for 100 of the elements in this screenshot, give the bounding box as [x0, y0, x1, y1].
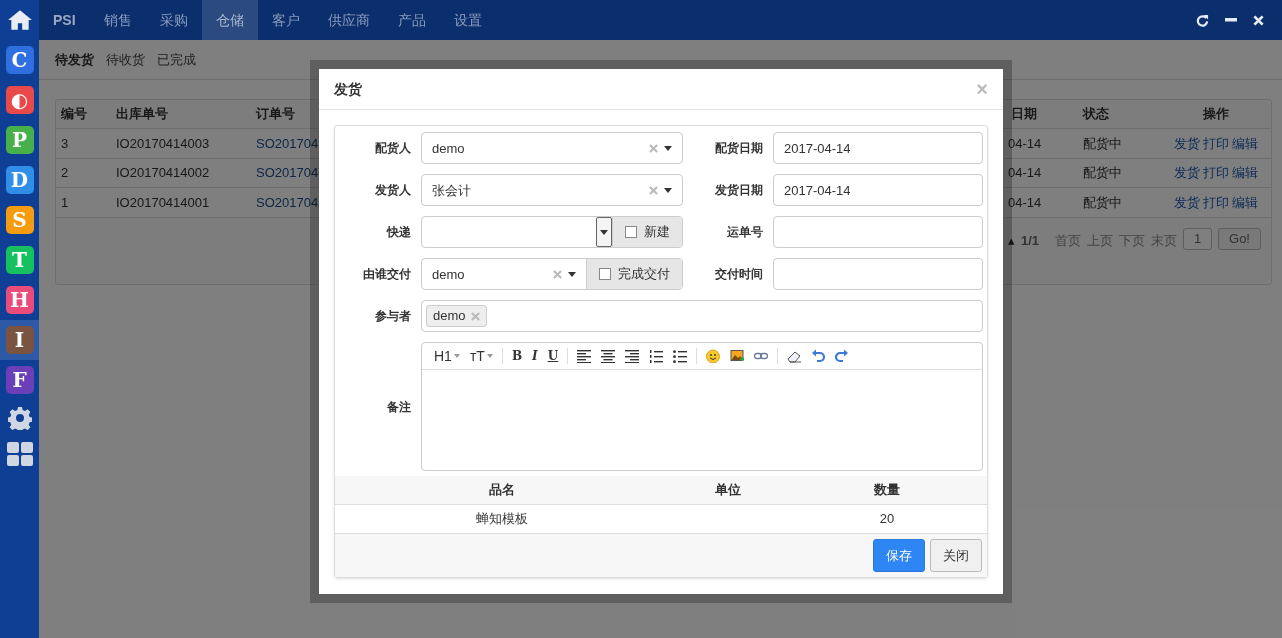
- undo-icon[interactable]: [811, 349, 826, 363]
- field-label: 运单号: [727, 225, 763, 239]
- toolbar-button[interactable]: H1: [430, 346, 464, 366]
- table-cell: 1: [61, 194, 69, 210]
- toolbar-button[interactable]: ᴛT: [465, 346, 497, 366]
- nav-tab[interactable]: 采购: [145, 0, 202, 40]
- dialog-title: 发货: [334, 79, 362, 99]
- app-icon[interactable]: P: [5, 126, 34, 154]
- app-icon[interactable]: ◐: [5, 86, 34, 114]
- field-label: 快递: [387, 225, 411, 239]
- field-label: 由谁交付: [363, 267, 411, 281]
- table-cell: IO20170414002: [116, 165, 210, 180]
- table-cell: 04-14: [1008, 135, 1042, 151]
- sub-tab[interactable]: 待收货: [106, 49, 145, 70]
- app-icon[interactable]: C: [5, 46, 34, 74]
- smiley-icon[interactable]: [706, 349, 721, 363]
- input-field[interactable]: [773, 216, 983, 248]
- table-cell: 2: [61, 165, 69, 180]
- page-input[interactable]: 1: [1183, 227, 1213, 250]
- field-label: 备注: [387, 399, 411, 414]
- toolbar-button[interactable]: B: [507, 346, 527, 366]
- nav-tab[interactable]: 仓储: [201, 0, 258, 40]
- action-link[interactable]: 发货: [1174, 163, 1200, 183]
- home-icon[interactable]: [6, 8, 33, 32]
- nav-tab[interactable]: 销售: [89, 0, 146, 40]
- page-size-dropdown[interactable]: ▴: [1007, 230, 1015, 250]
- column-header: 编号: [61, 106, 87, 122]
- app-icon[interactable]: F: [5, 366, 34, 394]
- minimize-icon[interactable]: [1225, 18, 1237, 22]
- align-right-icon[interactable]: [625, 349, 640, 363]
- select-field[interactable]: 张会计: [422, 175, 682, 205]
- action-link[interactable]: 打印: [1203, 163, 1229, 183]
- caret-icon: [453, 354, 460, 358]
- caret-icon: [486, 354, 493, 358]
- select-field[interactable]: demo: [422, 133, 682, 163]
- field-label: 发货人: [375, 183, 411, 197]
- field-label: 配货人: [375, 141, 411, 155]
- refresh-icon[interactable]: [1196, 13, 1209, 27]
- input-field[interactable]: [773, 258, 983, 290]
- action-link[interactable]: 发货: [1174, 133, 1200, 153]
- go-button[interactable]: Go!: [1218, 227, 1261, 250]
- image-icon[interactable]: [730, 349, 745, 363]
- table-cell: SO201704: [256, 135, 319, 151]
- action-link[interactable]: 打印: [1203, 192, 1229, 212]
- sub-tab[interactable]: 已完成: [157, 49, 196, 70]
- action-link[interactable]: 打印: [1203, 133, 1229, 153]
- table-cell: SO201704: [256, 165, 319, 180]
- column-header: 单位: [715, 482, 741, 498]
- table-cell: 20: [879, 511, 895, 527]
- nav-tab[interactable]: 产品: [383, 0, 440, 40]
- sub-tab[interactable]: 待发货: [55, 49, 94, 70]
- brand-label[interactable]: PSI: [39, 0, 90, 40]
- align-center-icon[interactable]: [601, 349, 616, 363]
- redo-icon[interactable]: [835, 349, 850, 363]
- eraser-icon[interactable]: [787, 349, 802, 363]
- action-link[interactable]: 编辑: [1232, 163, 1258, 183]
- close-icon[interactable]: [1253, 14, 1264, 26]
- tag: demo: [426, 305, 487, 327]
- column-header: 日期: [1011, 106, 1037, 122]
- nav-tab[interactable]: 客户: [257, 0, 314, 40]
- toolbar-button[interactable]: U: [543, 346, 563, 366]
- toolbar-button[interactable]: I: [528, 346, 542, 366]
- column-header: 状态: [1083, 106, 1109, 122]
- numbered-list-icon[interactable]: [649, 349, 664, 363]
- close-dialog-button[interactable]: 关闭: [930, 539, 982, 572]
- app-icon[interactable]: H: [5, 286, 34, 314]
- table-cell: 04-14: [1008, 165, 1042, 180]
- column-header: 品名: [489, 482, 515, 498]
- app-icon[interactable]: I: [5, 326, 34, 354]
- table-cell: 04-14: [1008, 194, 1042, 210]
- field-label: 交付时间: [715, 267, 763, 281]
- action-link[interactable]: 发货: [1174, 192, 1200, 212]
- bullet-list-icon[interactable]: [673, 349, 688, 363]
- nav-tab[interactable]: 设置: [439, 0, 496, 40]
- caret-icon: [664, 145, 672, 151]
- column-header: 订单号: [256, 106, 295, 122]
- table-cell: 蝉知模板: [476, 511, 528, 527]
- table-cell: 配货中: [1083, 165, 1122, 180]
- column-header: 出库单号: [116, 106, 168, 122]
- input-field[interactable]: 2017-04-14: [773, 174, 983, 206]
- pager-link[interactable]: 末页: [1151, 230, 1178, 250]
- app-icon[interactable]: D: [5, 166, 34, 194]
- field-label: 配货日期: [715, 141, 763, 155]
- column-header: 数量: [874, 482, 900, 498]
- input-field[interactable]: 2017-04-14: [773, 132, 983, 164]
- save-button[interactable]: 保存: [873, 539, 925, 572]
- action-link[interactable]: 编辑: [1232, 192, 1258, 212]
- grid-icon[interactable]: [6, 442, 33, 466]
- table-cell: 配货中: [1083, 194, 1122, 210]
- table-cell: 3: [61, 135, 69, 151]
- action-link[interactable]: 编辑: [1232, 133, 1258, 153]
- table-cell: IO20170414001: [116, 194, 210, 210]
- nav-tab[interactable]: 供应商: [313, 0, 384, 40]
- table-cell: IO20170414003: [116, 135, 210, 151]
- settings-icon[interactable]: [7, 406, 32, 430]
- align-left-icon[interactable]: [577, 349, 592, 363]
- field-label: 参与者: [375, 309, 411, 323]
- table-cell: 配货中: [1083, 135, 1122, 151]
- app-icon[interactable]: T: [5, 246, 34, 274]
- tags-field[interactable]: demo: [421, 300, 983, 332]
